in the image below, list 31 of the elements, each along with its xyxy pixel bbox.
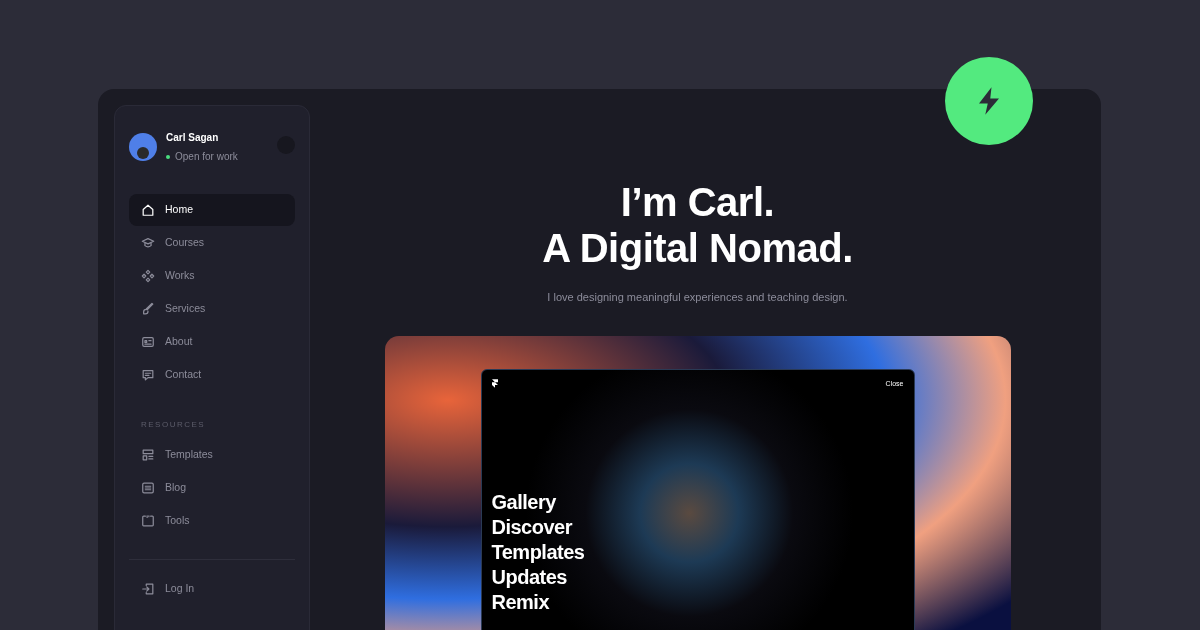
nav-item[interactable]: Home <box>129 194 295 226</box>
document-icon <box>141 481 155 495</box>
menu-link[interactable]: Remix <box>491 590 904 615</box>
avatar <box>129 133 157 161</box>
nav-item[interactable]: Tools <box>129 505 295 537</box>
hero-title: I’m Carl. A Digital Nomad. <box>542 179 853 271</box>
status-text: Open for work <box>175 150 238 164</box>
nav-item[interactable]: Templates <box>129 439 295 471</box>
nav-item[interactable]: Services <box>129 293 295 325</box>
chat-icon <box>141 368 155 382</box>
hero-subtitle: I love designing meaningful experiences and teaching design. <box>547 290 848 305</box>
home-icon <box>141 203 155 217</box>
menu-link[interactable]: Discover <box>491 515 904 540</box>
menu-link[interactable]: Updates <box>491 565 904 590</box>
nav-item[interactable]: Contact <box>129 359 295 391</box>
nav-item[interactable]: Works <box>129 260 295 292</box>
graduation-cap-icon <box>141 236 155 250</box>
frame-icon <box>141 514 155 528</box>
menu-link[interactable]: Templates <box>491 540 904 565</box>
profile-name: Carl Sagan <box>166 131 220 145</box>
nav-item[interactable]: Blog <box>129 472 295 504</box>
nav-item[interactable]: Courses <box>129 227 295 259</box>
menu-link[interactable]: Gallery <box>491 490 904 515</box>
diamonds-icon <box>141 269 155 283</box>
id-card-icon <box>141 335 155 349</box>
brush-icon <box>141 302 155 316</box>
logo-icon <box>491 378 498 388</box>
login-button[interactable]: Log In <box>129 573 295 605</box>
nav-item[interactable]: About <box>129 326 295 358</box>
login-icon <box>141 582 155 596</box>
layout-icon <box>141 448 155 462</box>
